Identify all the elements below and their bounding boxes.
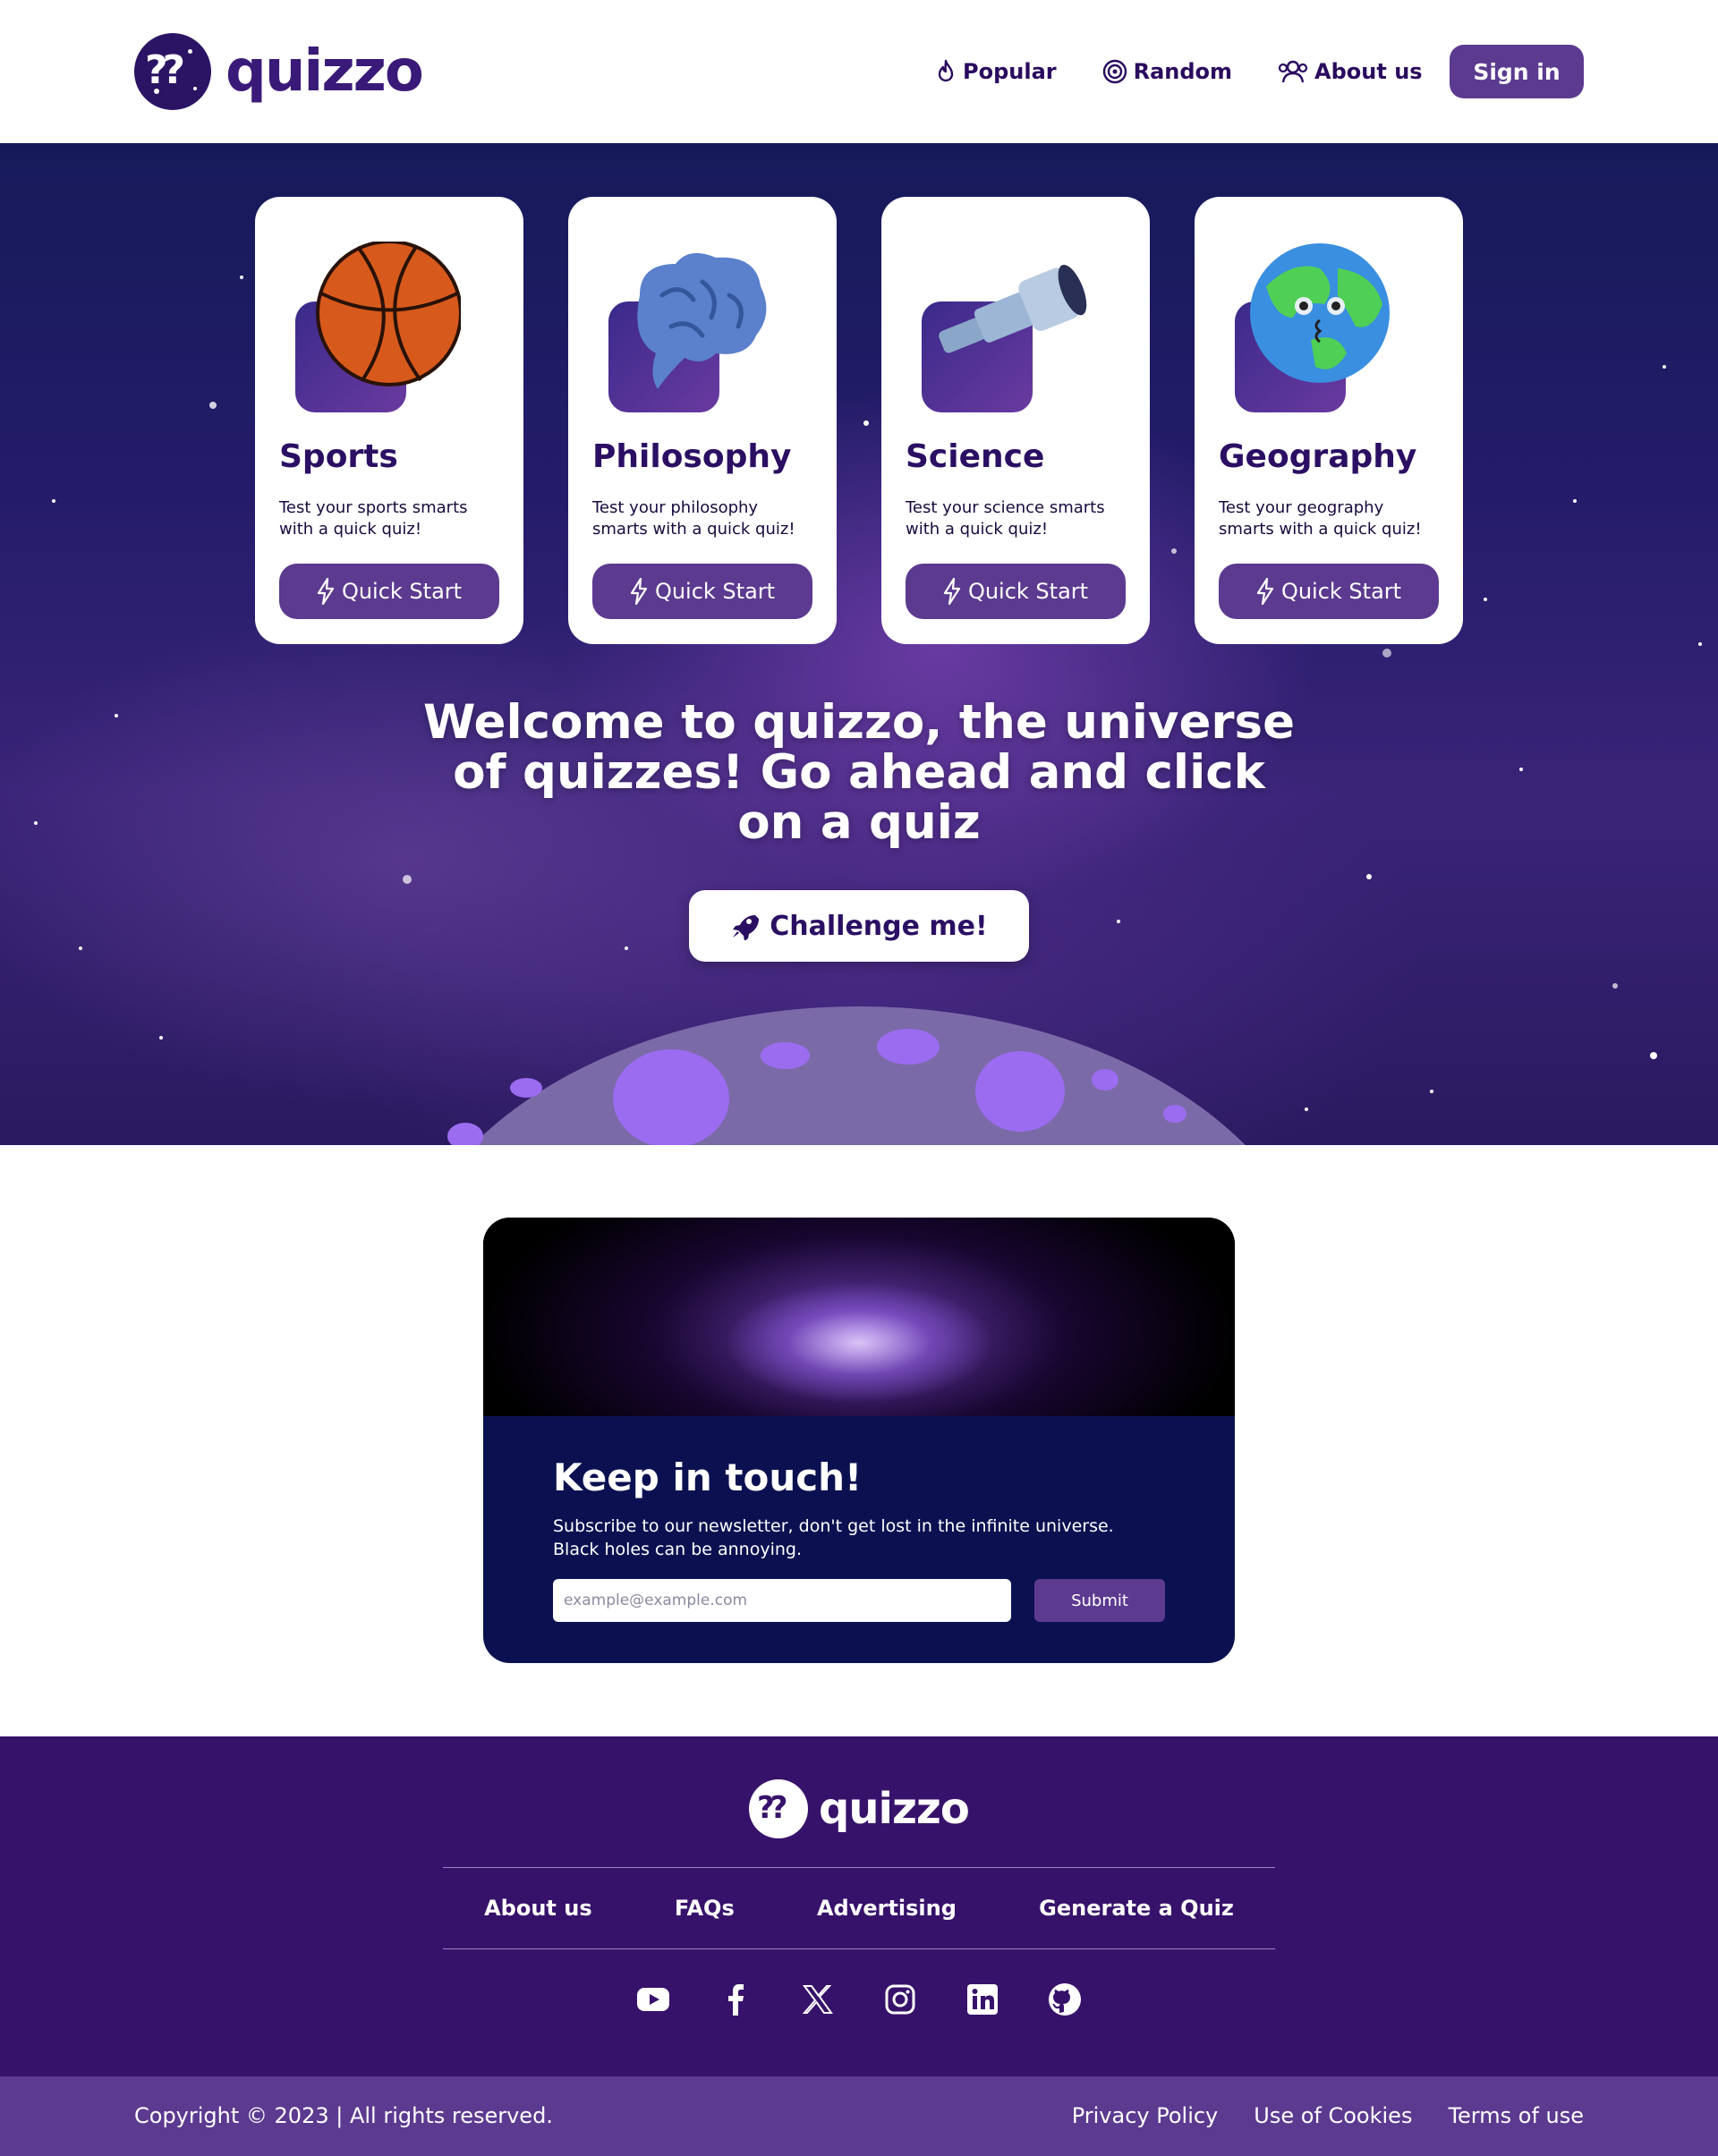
quiz-card-sports[interactable]: Sports Test your sports smarts with a qu… (255, 197, 523, 644)
card-title: Sports (279, 438, 398, 475)
telescope-icon (939, 264, 1087, 353)
quiz-card-geography[interactable]: Geography Test your geography smarts wit… (1195, 197, 1463, 644)
footer-link-generate-quiz[interactable]: Generate a Quiz (1039, 1896, 1234, 1921)
card-description: Test your geography smarts with a quick … (1219, 498, 1422, 539)
nav-about[interactable]: About us (1277, 59, 1423, 84)
card-description: Test your sports smarts with a quick qui… (279, 498, 468, 539)
linkedin-icon[interactable] (961, 1978, 1004, 2021)
copyright-text: Copyright © 2023 | All rights reserved. (134, 2103, 553, 2128)
quiz-card-philosophy[interactable]: Philosophy Test your philosophy smarts w… (568, 197, 837, 644)
newsletter-card: Keep in touch! Subscribe to our newslett… (483, 1218, 1235, 1663)
flame-icon (938, 59, 954, 82)
quick-start-label: Quick Start (1280, 579, 1402, 604)
brain-icon (637, 252, 767, 389)
legal-links: Privacy Policy Use of Cookies Terms of u… (1036, 2103, 1584, 2128)
welcome-brand: quizzo (753, 695, 925, 750)
footer-logo-text: quizzo (819, 1784, 970, 1834)
quick-start-button[interactable]: Quick Start (592, 564, 812, 619)
users-icon (1278, 60, 1308, 83)
spiral-icon (1102, 59, 1127, 84)
footer-links: About us FAQs Advertising Generate a Qui… (443, 1868, 1275, 1948)
social-links (632, 1978, 1086, 2021)
card-title: Science (906, 438, 1045, 475)
privacy-policy-link[interactable]: Privacy Policy (1072, 2103, 1219, 2128)
welcome-heading: Welcome to quizzo, the universe of quizz… (412, 698, 1306, 848)
lightning-icon (1256, 578, 1274, 605)
footer-link-advertising[interactable]: Advertising (817, 1896, 957, 1921)
nav-random-label: Random (1133, 59, 1233, 84)
quick-start-button[interactable]: Quick Start (279, 564, 499, 619)
newsletter-description: Subscribe to our newsletter, don't get l… (553, 1516, 1114, 1559)
card-title: Philosophy (592, 438, 792, 475)
nav-popular[interactable]: Popular (934, 59, 1057, 84)
main-nav: Popular Random About us (934, 50, 1423, 93)
logo-text: quizzo (225, 38, 424, 105)
quiz-category-cards: Sports Test your sports smarts with a qu… (255, 197, 1463, 644)
black-hole-image (483, 1218, 1235, 1416)
submit-button[interactable]: Submit (1034, 1579, 1165, 1622)
basketball-icon (316, 242, 461, 386)
divider (443, 1948, 1275, 1949)
sign-in-button[interactable]: Sign in (1450, 45, 1584, 98)
hero-section: Sports Test your sports smarts with a qu… (0, 143, 1718, 1145)
cookies-link[interactable]: Use of Cookies (1254, 2103, 1412, 2128)
footer-logo[interactable]: ?? quizzo (749, 1779, 970, 1838)
nav-popular-label: Popular (963, 59, 1057, 84)
newsletter-title: Keep in touch! (553, 1456, 863, 1499)
nav-about-label: About us (1314, 59, 1423, 84)
logo-question-icon: ?? (134, 33, 211, 110)
github-icon[interactable] (1043, 1978, 1086, 2021)
logo[interactable]: ?? quizzo (134, 33, 424, 110)
rocket-icon (733, 915, 760, 940)
lightning-icon (317, 578, 335, 605)
card-title: Geography (1219, 438, 1417, 475)
nav-random[interactable]: Random (1101, 58, 1232, 85)
email-input[interactable] (553, 1579, 1011, 1622)
challenge-me-button[interactable]: Challenge me! (689, 890, 1029, 962)
lightning-icon (943, 578, 961, 605)
quick-start-label: Quick Start (967, 579, 1089, 604)
quiz-card-science[interactable]: Science Test your science smarts with a … (881, 197, 1150, 644)
footer-link-faqs[interactable]: FAQs (675, 1896, 735, 1921)
youtube-icon[interactable] (632, 1978, 675, 2021)
globe-icon (1250, 243, 1390, 383)
facebook-icon[interactable] (714, 1978, 757, 2021)
quick-start-label: Quick Start (341, 579, 463, 604)
instagram-icon[interactable] (879, 1978, 922, 2021)
challenge-me-label: Challenge me! (770, 910, 988, 942)
quick-start-label: Quick Start (654, 579, 776, 604)
footer-link-about[interactable]: About us (484, 1896, 592, 1921)
card-description: Test your science smarts with a quick qu… (906, 498, 1105, 539)
site-header: ?? quizzo Popular Random About us Sign i… (0, 0, 1718, 143)
lightning-icon (630, 578, 648, 605)
x-icon[interactable] (796, 1978, 839, 2021)
site-footer: ?? quizzo About us FAQs Advertising Gene… (0, 1736, 1718, 2076)
terms-link[interactable]: Terms of use (1448, 2103, 1584, 2128)
quick-start-button[interactable]: Quick Start (1219, 564, 1439, 619)
logo-question-icon: ?? (749, 1779, 808, 1838)
quick-start-button[interactable]: Quick Start (906, 564, 1126, 619)
footer-bottom-bar: Copyright © 2023 | All rights reserved. … (0, 2076, 1718, 2156)
welcome-text-start: Welcome to (422, 695, 753, 750)
card-description: Test your philosophy smarts with a quick… (592, 498, 795, 539)
